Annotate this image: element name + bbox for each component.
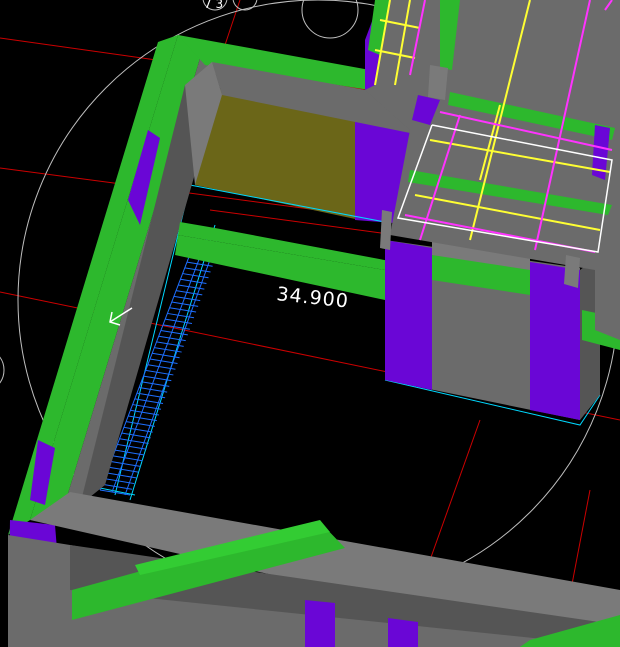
front-wall-purple-2 <box>388 618 418 647</box>
right-column-purple-left <box>385 240 432 390</box>
3d-model-scene[interactable]: 7 3 34.900 <box>0 0 620 647</box>
upper-structure-pier <box>428 65 448 100</box>
upper-structure-post-1 <box>380 210 392 250</box>
top-glyphs: 7 3 <box>204 0 223 11</box>
front-wall-purple-1 <box>305 600 335 647</box>
cad-viewport[interactable]: 7 3 34.900 <box>0 0 620 647</box>
left-wall-top <box>30 35 205 520</box>
upper-structure-post-2 <box>564 255 580 288</box>
